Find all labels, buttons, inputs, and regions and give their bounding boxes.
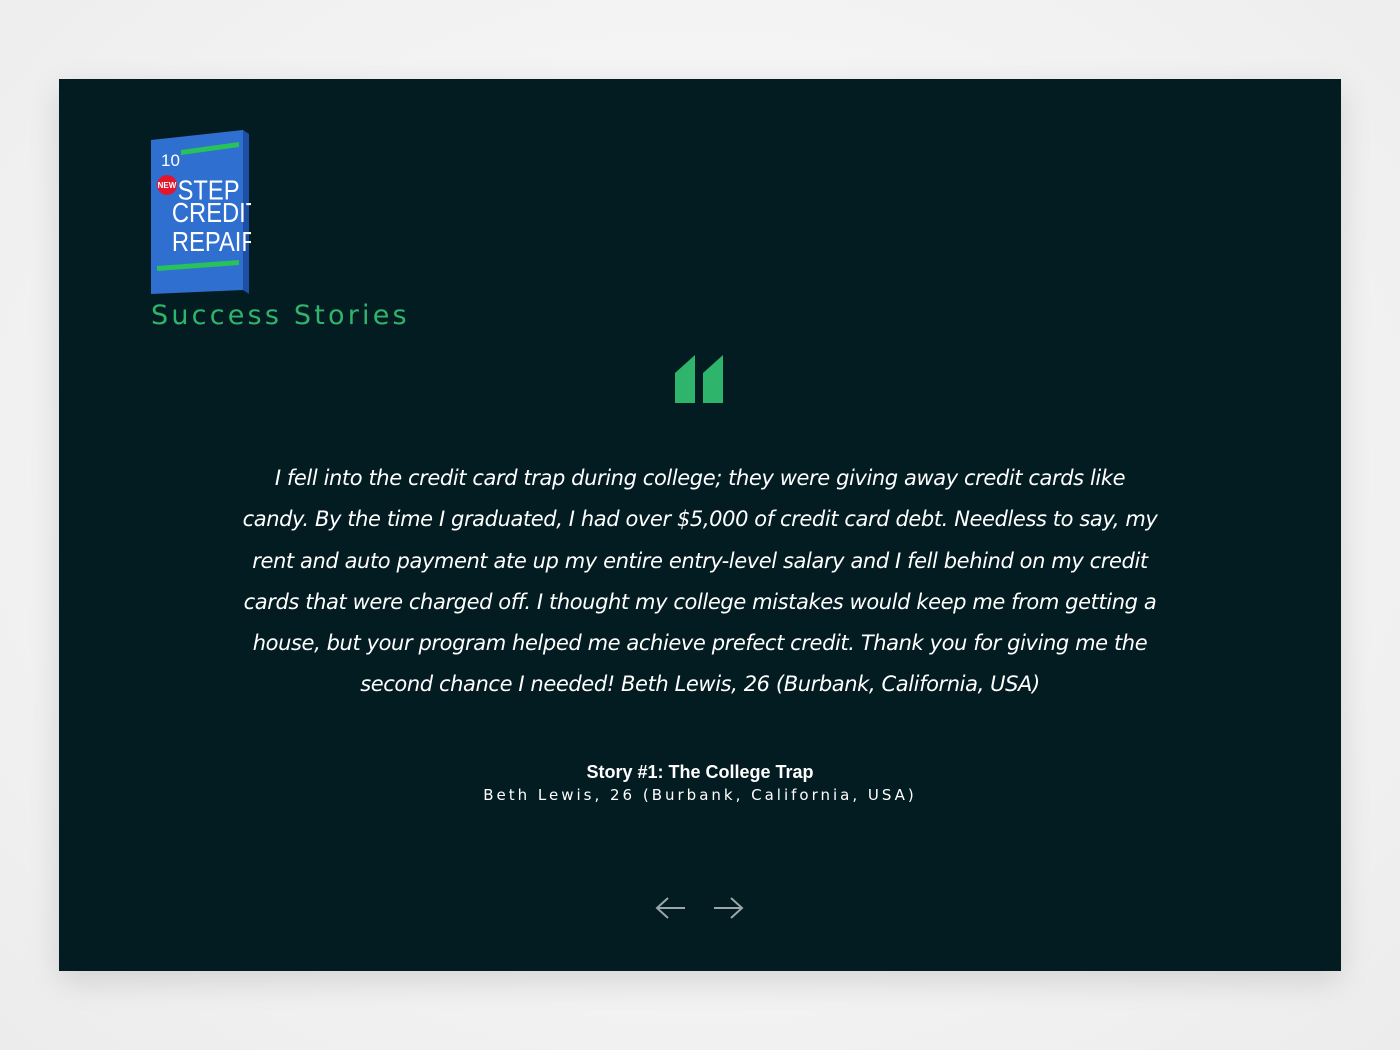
testimonial-quote: I fell into the credit card trap during … bbox=[242, 466, 1158, 697]
page-background: 10 NEW STEP CREDIT REPAIR Success Storie… bbox=[0, 0, 1400, 1050]
quote-icon bbox=[675, 355, 723, 403]
story-title: Story #1: The College Trap bbox=[586, 762, 814, 782]
next-story-button[interactable] bbox=[710, 890, 746, 926]
arrow-right-icon bbox=[714, 897, 744, 919]
section-title: Success Stories bbox=[151, 300, 410, 331]
book-title-line3: REPAIR bbox=[172, 225, 251, 257]
book-title-line2: CREDIT bbox=[172, 196, 251, 228]
arrow-left-icon bbox=[655, 897, 685, 919]
book-cover-logo: 10 NEW STEP CREDIT REPAIR bbox=[151, 130, 251, 294]
previous-story-button[interactable] bbox=[653, 890, 689, 926]
book-badge-text: NEW bbox=[158, 181, 177, 190]
story-author: Beth Lewis, 26 (Burbank, California, USA… bbox=[483, 786, 917, 804]
book-number: 10 bbox=[161, 151, 180, 170]
